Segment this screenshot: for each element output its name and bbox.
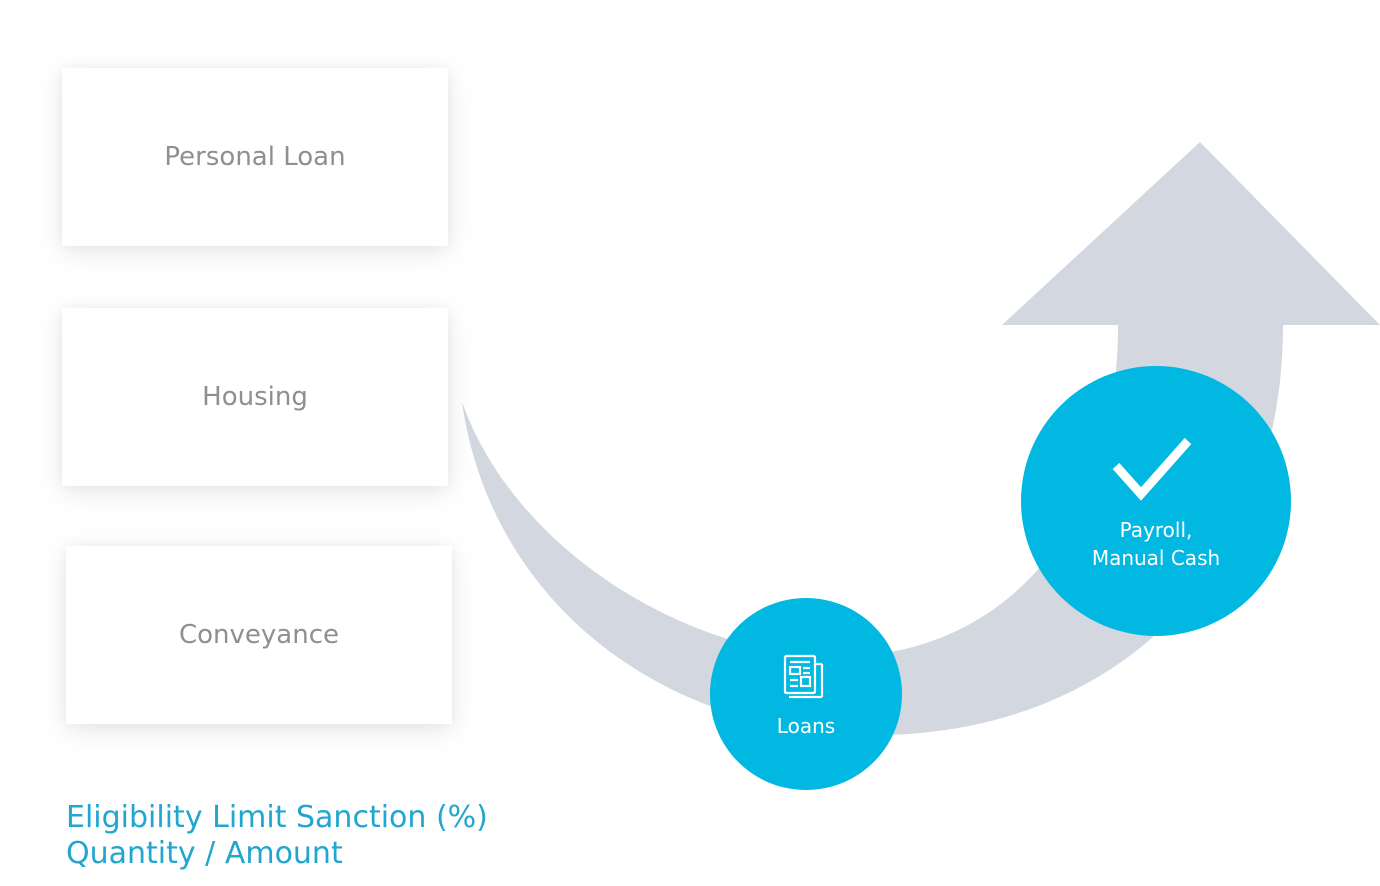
loans-label: Loans (776, 714, 836, 738)
caption-line1: Eligibility Limit Sanction (%) (66, 800, 488, 835)
caption-line2: Quantity / Amount (66, 836, 343, 871)
card-label: Conveyance (178, 620, 339, 650)
card-conveyance: Conveyance (66, 546, 452, 724)
diagram-stage: Personal Loan Housing Conveyance Loans P… (0, 0, 1380, 886)
payroll-label: Payroll, Manual Cash (1056, 516, 1256, 572)
card-personal-loan: Personal Loan (62, 68, 448, 246)
payroll-label-line2: Manual Cash (1091, 546, 1221, 570)
card-label: Personal Loan (164, 142, 346, 172)
payroll-label-line1: Payroll, (1119, 518, 1193, 542)
payroll-node (1021, 366, 1291, 636)
card-label: Housing (202, 382, 308, 412)
caption: Eligibility Limit Sanction (%) Quantity … (66, 800, 488, 872)
card-housing: Housing (62, 308, 448, 486)
